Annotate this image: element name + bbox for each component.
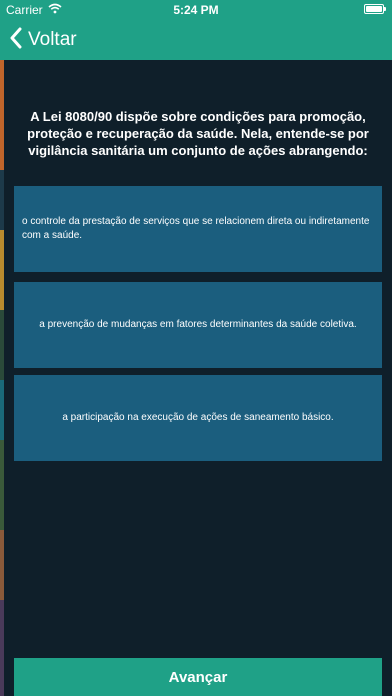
answer-option-label: o controle da prestação de serviços que … — [22, 216, 370, 241]
chevron-left-icon — [10, 27, 22, 54]
back-label: Voltar — [28, 29, 77, 50]
answer-option-3[interactable]: a participação na execução de ações de s… — [14, 375, 382, 461]
question-text: A Lei 8080/90 dispõe sobre condições par… — [27, 109, 369, 158]
answer-option-2[interactable]: a prevenção de mudanças em fatores deter… — [14, 282, 382, 368]
answer-option-label: a prevenção de mudanças em fatores deter… — [39, 319, 357, 330]
status-bar: Carrier 5:24 PM — [0, 0, 392, 20]
back-button[interactable]: Voltar — [10, 26, 77, 54]
battery-cap — [384, 7, 386, 11]
battery-icon — [364, 4, 386, 14]
answer-option-label: a participação na execução de ações de s… — [62, 412, 334, 423]
status-time: 5:24 PM — [173, 3, 219, 17]
answer-option-1[interactable]: o controle da prestação de serviços que … — [14, 186, 382, 272]
advance-button[interactable]: Avançar — [14, 658, 382, 696]
side-color-strip — [0, 60, 4, 696]
battery-fill — [366, 6, 382, 12]
nav-bar: Voltar — [0, 20, 392, 60]
